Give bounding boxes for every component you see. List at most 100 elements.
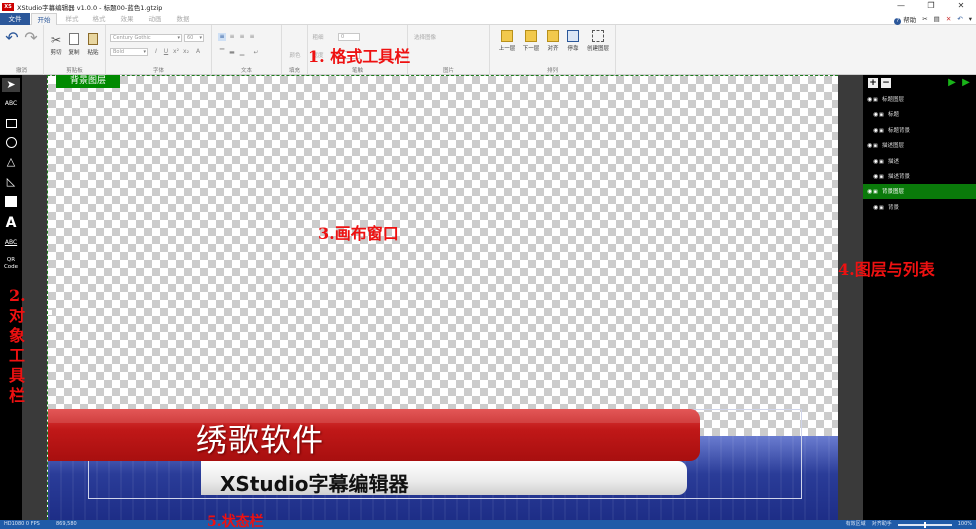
valign-top-button[interactable]: ▔ (218, 49, 226, 57)
cut-button[interactable]: ✂ 剪切 (48, 33, 64, 56)
rectangle-tool-icon[interactable] (2, 117, 20, 131)
ribbon-tabs: 文件 开始 样式 格式 效果 动画 数据 ? 帮助 ✂ ▤ ✕ ↶ ▾ (0, 13, 976, 25)
font-weight-select[interactable]: Bold (110, 48, 148, 56)
tab-style[interactable]: 样式 (60, 13, 84, 25)
font-size-select[interactable]: 60 (184, 34, 204, 42)
dock-button[interactable]: 停靠 (564, 30, 582, 52)
stroke-width-input[interactable]: 0 (338, 33, 360, 41)
scissors-icon: ✂ (50, 33, 62, 47)
layer-row[interactable]: ◉▣ 描述背景 (863, 169, 976, 184)
description-text[interactable]: XStudio字幕编辑器 (220, 468, 409, 497)
tab-format[interactable]: 格式 (87, 13, 111, 25)
lock-icon[interactable]: ▣ (879, 155, 885, 170)
close-button[interactable]: ✕ (946, 0, 976, 13)
align-left-button[interactable]: ≡ (218, 33, 226, 41)
align-center-button[interactable]: ≡ (228, 33, 236, 41)
right-triangle-tool-icon[interactable]: ◺ (2, 175, 20, 189)
paste-button[interactable]: 粘贴 (84, 33, 102, 56)
undo-button[interactable]: ↶ (3, 30, 21, 47)
font-color-button[interactable]: A (194, 48, 202, 56)
delete-quick-icon[interactable]: ✕ (946, 15, 951, 23)
italic-button[interactable]: I (152, 48, 160, 56)
ribbon: ↶ ↷ 撤消 ✂ 剪切 复制 粘贴 剪贴板 Century Gothic 60 … (0, 25, 976, 75)
font-family-select[interactable]: Century Gothic (110, 34, 182, 42)
cut-quick-icon[interactable]: ✂ (922, 15, 927, 23)
image-group: 选择图像 图片 (408, 25, 490, 75)
triangle-tool-icon[interactable]: △ (2, 155, 20, 169)
redo-button[interactable]: ↷ (22, 30, 40, 47)
qr-code-tool-button[interactable]: QR Code (2, 257, 20, 271)
add-layer-button[interactable]: + (868, 78, 878, 88)
lock-icon[interactable]: ▣ (879, 124, 885, 139)
ellipse-tool-icon[interactable] (2, 136, 20, 150)
valign-middle-button[interactable]: ▬ (228, 49, 236, 57)
select-image-button[interactable]: 选择图像 (412, 33, 438, 41)
image-tool-icon[interactable] (2, 195, 20, 209)
align-guides-toggle[interactable]: 对齐助手 (872, 520, 892, 529)
customize-quick-icon[interactable]: ▾ (969, 15, 972, 23)
lock-icon[interactable]: ▣ (873, 185, 879, 200)
play-icon[interactable]: ▶ (947, 78, 957, 88)
scroll-text-tool-button[interactable]: ABC (2, 238, 20, 248)
layer-row[interactable]: ◉▣ 描述 (863, 154, 976, 169)
select-arrow-icon[interactable]: ➤ (2, 78, 20, 92)
canvas-resize-handle[interactable] (48, 310, 52, 315)
underline-button[interactable]: U (162, 48, 170, 56)
undo-quick-icon[interactable]: ↶ (957, 15, 962, 23)
layers-panel-gutter (838, 75, 863, 520)
fill-color-button[interactable]: 颜色 (284, 51, 306, 59)
minimize-button[interactable]: — (886, 0, 916, 13)
valign-bottom-button[interactable]: ▁ (238, 49, 246, 57)
create-layer-button[interactable]: 创建图层 (584, 30, 612, 52)
layer-row[interactable]: ◉▣ 背景图层 (863, 184, 976, 200)
lock-icon[interactable]: ▣ (873, 139, 879, 154)
play-all-icon[interactable]: ▶ (961, 78, 971, 88)
annotation-format-toolbar: 1. 格式工具栏 (308, 47, 411, 66)
zoom-slider[interactable] (897, 521, 952, 528)
undo-group-label: 撤消 (15, 68, 27, 74)
title-text[interactable]: 绣歌软件 (196, 415, 324, 460)
stroke-thickness-label: 粗细 (312, 35, 324, 41)
tab-animation[interactable]: 动画 (143, 13, 167, 25)
lock-icon[interactable]: ▣ (879, 201, 885, 216)
text-group: ≡ ≡ ≡ ≡ ▔ ▬ ▁ ↵ 文本 (212, 25, 282, 75)
image-group-label: 图片 (442, 68, 454, 74)
maximize-button[interactable]: ❐ (916, 0, 946, 13)
title-background-shape[interactable] (48, 409, 700, 461)
clipboard-group-label: 剪贴板 (66, 68, 83, 74)
paste-quick-icon[interactable]: ▤ (934, 15, 940, 23)
tab-effects[interactable]: 效果 (115, 13, 139, 25)
text-wrap-button[interactable]: ↵ (252, 49, 260, 57)
send-backward-button[interactable]: 下一层 (520, 30, 542, 52)
layer-row[interactable]: ◉▣ 背景 (863, 200, 976, 215)
copy-icon (69, 33, 79, 45)
justify-button[interactable]: ≡ (248, 33, 256, 41)
layer-row[interactable]: ◉▣ 描述图层 (863, 138, 976, 153)
layer-name: 描述图层 (882, 143, 905, 150)
layers-panel: + − ▶ ▶ ◉▣ 标题图层 ◉▣ 标题 ◉▣ 标题背景 ◉▣ 描述图层 ◉▣ 描述 ◉▣ 描述背景… (863, 75, 976, 520)
copy-button[interactable]: 复制 (66, 33, 82, 56)
big-text-tool-button[interactable]: A (2, 215, 20, 231)
redo-icon: ↷ (24, 28, 38, 47)
layer-row[interactable]: ◉▣ 标题 (863, 107, 976, 122)
align-right-button[interactable]: ≡ (238, 33, 246, 41)
safe-area-toggle[interactable]: 有效区域 (846, 520, 866, 529)
lock-icon[interactable]: ▣ (879, 108, 885, 123)
align-button[interactable]: 对齐 (544, 30, 562, 52)
tab-start[interactable]: 开始 (31, 13, 57, 25)
layer-row[interactable]: ◉▣ 标题图层 (863, 92, 976, 107)
lock-icon[interactable]: ▣ (873, 93, 879, 108)
superscript-button[interactable]: x² (172, 48, 180, 56)
text-tool-button[interactable]: ABC (2, 99, 20, 109)
remove-layer-button[interactable]: − (881, 78, 891, 88)
zoom-slider-thumb[interactable] (923, 521, 926, 528)
subscript-button[interactable]: x₂ (182, 48, 190, 56)
help-button[interactable]: ? 帮助 (894, 14, 916, 25)
canvas[interactable]: 绣歌软件 XStudio字幕编辑器 (47, 75, 838, 520)
lock-icon[interactable]: ▣ (879, 170, 885, 185)
tab-data[interactable]: 数据 (171, 13, 195, 25)
bring-forward-icon (501, 30, 513, 42)
layer-row[interactable]: ◉▣ 标题背景 (863, 123, 976, 138)
bring-forward-button[interactable]: 上一层 (496, 30, 518, 52)
file-menu-button[interactable]: 文件 (0, 13, 30, 25)
